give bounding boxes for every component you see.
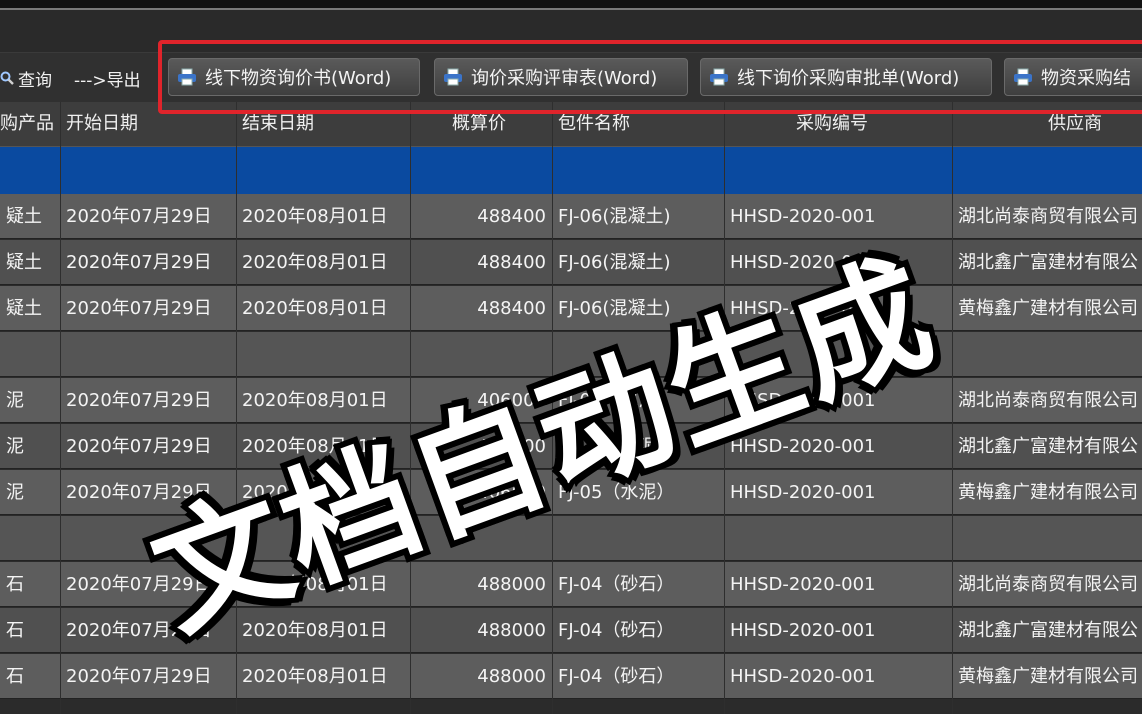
cell-product: 泥 (6, 436, 24, 457)
printer-icon (1014, 68, 1032, 86)
col-header-supplier[interactable]: 供应商 (1048, 102, 1142, 146)
cell-product (0, 332, 60, 377)
cell-end-date: 2020年08月01日 (242, 252, 388, 273)
col-header-product[interactable]: 购产品 (0, 102, 60, 146)
button-label: 线下物资询价书(Word) (205, 68, 392, 89)
table-row[interactable]: 石 2020年07月29日 2020年08月01日 488000 FJ-04（砂石） HH… (0, 654, 1142, 699)
col-header-start-date[interactable]: 开始日期 (66, 102, 236, 146)
cell-start-date: 2020年07月29日 (66, 390, 212, 411)
cell-supplier: 湖北鑫广富建材有限公 (958, 252, 1138, 273)
col-header-package[interactable]: 包件名称 (558, 102, 724, 146)
export-review-word-button[interactable]: 询价采购评审表(Word) (434, 58, 688, 96)
cell-purchase-no: HHSD-2020-001 (730, 482, 876, 503)
cell-package: FJ-04（砂石） (558, 666, 675, 687)
cell-start-date (60, 332, 236, 377)
cell-estimate: 488400 (477, 298, 546, 319)
printer-icon (710, 68, 728, 86)
cell-package: FJ-06(混凝土) (558, 206, 671, 227)
cell-supplier: 湖北尚泰商贸有限公司 (958, 206, 1138, 227)
cell-product: 石 (6, 666, 24, 687)
table-row[interactable]: 疑土 2020年07月29日 2020年08月01日 488400 FJ-06(混凝土)… (0, 194, 1142, 239)
cell-product: 疑土 (6, 298, 42, 319)
cell-supplier (952, 516, 1142, 561)
column-divider (952, 102, 953, 714)
col-header-end-date[interactable]: 结束日期 (242, 102, 410, 146)
button-label: 物资采购结 (1041, 68, 1131, 89)
cell-estimate: 488000 (477, 666, 546, 687)
cell-purchase-no: HHSD-2020-001 (730, 574, 876, 595)
cell-start-date: 2020年07月29日 (66, 298, 212, 319)
export-label: --->导出 (74, 70, 141, 91)
search-icon (0, 71, 14, 85)
cell-supplier: 湖北鑫广富建材有限公 (958, 620, 1138, 641)
col-header-purchase-no[interactable]: 采购编号 (796, 102, 952, 146)
col-header-estimate[interactable]: 概算价 (452, 102, 548, 146)
cell-product: 石 (6, 574, 24, 595)
cell-supplier: 黄梅鑫广建材有限公司 (958, 482, 1138, 503)
export-result-word-button[interactable]: 物资采购结 (1004, 58, 1142, 96)
cell-end-date: 2020年08月01日 (242, 206, 388, 227)
cell-package: FJ-04（砂石） (558, 620, 675, 641)
cell-end-date: 2020年08月01日 (242, 666, 388, 687)
cell-start-date: 2020年07月29日 (66, 252, 212, 273)
cell-product: 泥 (6, 390, 24, 411)
cell-purchase-no: HHSD-2020-001 (730, 666, 876, 687)
button-label: 线下询价采购审批单(Word) (737, 68, 960, 89)
export-menu[interactable]: --->导出 (74, 62, 141, 94)
cell-estimate: 488000 (477, 620, 546, 641)
selected-row[interactable] (0, 147, 1142, 194)
cell-end-date: 2020年08月01日 (242, 298, 388, 319)
printer-icon (444, 68, 462, 86)
cell-start-date: 2020年07月29日 (66, 666, 212, 687)
button-label: 询价采购评审表(Word) (471, 68, 658, 89)
grid-header: 购产品 开始日期 结束日期 概算价 包件名称 采购编号 供应商 (0, 102, 1142, 147)
cell-product: 泥 (6, 482, 24, 503)
column-divider (60, 102, 61, 714)
cell-supplier: 湖北尚泰商贸有限公司 (958, 390, 1138, 411)
cell-purchase-no: HHSD-2020-001 (730, 620, 876, 641)
printer-icon (178, 68, 196, 86)
cell-purchase-no (724, 516, 952, 561)
cell-estimate: 488400 (477, 252, 546, 273)
cell-product: 疑土 (6, 252, 42, 273)
cell-supplier: 湖北尚泰商贸有限公司 (958, 574, 1138, 595)
query-label: 查询 (18, 70, 52, 91)
cell-supplier: 湖北鑫广富建材有限公 (958, 436, 1138, 457)
window-top-bar (0, 0, 1142, 8)
title-band (0, 10, 1142, 52)
cell-package: FJ-04（砂石） (558, 574, 675, 595)
cell-estimate: 488400 (477, 206, 546, 227)
export-inquiry-word-button[interactable]: 线下物资询价书(Word) (168, 58, 420, 96)
cell-product: 石 (6, 620, 24, 641)
query-button[interactable]: 查询 (0, 62, 52, 94)
cell-start-date: 2020年07月29日 (66, 206, 212, 227)
cell-product: 疑土 (6, 206, 42, 227)
cell-product (0, 516, 60, 561)
cell-end-date (236, 332, 410, 377)
export-approval-word-button[interactable]: 线下询价采购审批单(Word) (700, 58, 992, 96)
cell-supplier: 黄梅鑫广建材有限公司 (958, 666, 1138, 687)
